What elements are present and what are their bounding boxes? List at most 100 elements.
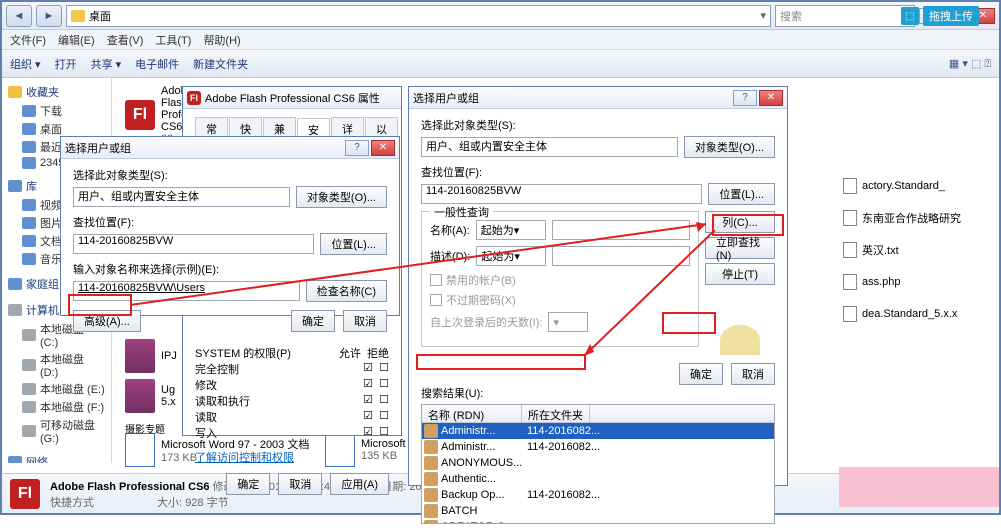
days-combo[interactable]: ▾ <box>548 312 588 332</box>
check-button[interactable]: 检查名称(C) <box>306 280 387 302</box>
music-icon <box>22 253 36 265</box>
location-button[interactable]: 位置(L)... <box>320 233 387 255</box>
right-column: actory.Standard_ 东南亚合作战略研究 英汉.txt ass.ph… <box>843 178 993 338</box>
tb-org[interactable]: 组织 ▾ <box>10 56 41 72</box>
obj-type-input[interactable]: 用户、组或内置安全主体 <box>73 187 290 207</box>
columns-button[interactable]: 列(C)... <box>705 211 775 233</box>
select-user-dialog-2: 选择用户或组 ?✕ 选择此对象类型(S): 用户、组或内置安全主体对象类型(O)… <box>408 86 788 486</box>
file-photo[interactable]: 摄影专题 <box>122 418 168 439</box>
disk-icon <box>22 359 36 371</box>
desc-filter[interactable] <box>552 246 690 266</box>
file-r1[interactable]: actory.Standard_ <box>843 178 993 194</box>
php-icon <box>843 274 857 290</box>
help-button[interactable]: ? <box>345 140 369 156</box>
folder-icon <box>22 157 36 169</box>
location-input[interactable]: 114-20160825BVW <box>421 184 702 204</box>
name-input[interactable]: 114-20160825BVW\Users <box>73 281 300 301</box>
folder-icon <box>71 10 85 22</box>
result-row[interactable]: ANONYMOUS... <box>422 455 774 471</box>
advanced-button[interactable]: 高级(A)... <box>73 310 141 332</box>
sb-disk-f[interactable]: 本地磁盘 (F:) <box>6 398 107 416</box>
file-rar1[interactable]: IPJ <box>122 336 180 376</box>
address-box[interactable]: 桌面 ▾ <box>66 5 771 27</box>
file-icon <box>843 210 857 226</box>
obj-type-button[interactable]: 对象类型(O)... <box>684 136 775 158</box>
result-row[interactable]: Administr...114-2016082... <box>422 423 774 439</box>
disk-icon <box>22 401 36 413</box>
ok-button[interactable]: 确定 <box>291 310 335 332</box>
ext-icon[interactable]: ⬚ <box>901 7 919 25</box>
sb-net[interactable]: 网络 <box>6 452 107 463</box>
name-filter[interactable] <box>552 220 690 240</box>
chk-noexpire[interactable]: 不过期密码(X) <box>430 292 690 308</box>
ok-button[interactable]: 确定 <box>226 473 270 495</box>
tb-open[interactable]: 打开 <box>55 56 77 72</box>
ok-button[interactable]: 确定 <box>679 363 723 385</box>
obj-type-input[interactable]: 用户、组或内置安全主体 <box>421 137 678 157</box>
result-row[interactable]: BATCH <box>422 503 774 519</box>
folder-icon <box>22 141 36 153</box>
fwd-button[interactable]: ► <box>36 5 62 27</box>
group-icon <box>424 472 438 486</box>
location-input[interactable]: 114-20160825BVW <box>73 234 314 254</box>
apply-button[interactable]: 应用(A) <box>330 473 389 495</box>
file-r2[interactable]: 东南亚合作战略研究 <box>843 210 993 226</box>
name-combo[interactable]: 起始为 ▾ <box>476 220 546 240</box>
menu-bar: 文件(F) 编辑(E) 查看(V) 工具(T) 帮助(H) <box>2 30 999 50</box>
disk-icon <box>22 425 36 437</box>
sb-disk-d[interactable]: 本地磁盘 (D:) <box>6 350 107 380</box>
stop-button[interactable]: 停止(T) <box>705 263 775 285</box>
cancel-button[interactable]: 取消 <box>343 310 387 332</box>
file-r4[interactable]: ass.php <box>843 274 993 290</box>
result-row[interactable]: Authentic... <box>422 471 774 487</box>
file-rar2[interactable]: Ug5.x <box>122 376 179 416</box>
desc-combo[interactable]: 起始为 ▾ <box>476 246 546 266</box>
find-button[interactable]: 立即查找(N) <box>705 237 775 259</box>
chk-disabled[interactable]: 禁用的帐户(B) <box>430 272 690 288</box>
sb-fav[interactable]: 收藏夹 <box>6 82 107 102</box>
dialog-title: 选择用户或组 <box>413 90 733 106</box>
file-icon <box>843 178 857 194</box>
extension-bar: ⬚ 拖拽上传 <box>901 6 979 26</box>
search-box[interactable]: 搜索 <box>775 5 915 27</box>
menu-tools[interactable]: 工具(T) <box>155 32 191 48</box>
sb-disk-e[interactable]: 本地磁盘 (E:) <box>6 380 107 398</box>
obj-type-button[interactable]: 对象类型(O)... <box>296 186 387 208</box>
result-row[interactable]: Backup Op...114-2016082... <box>422 487 774 503</box>
menu-view[interactable]: 查看(V) <box>107 32 144 48</box>
result-row[interactable]: Administr...114-2016082... <box>422 439 774 455</box>
search-placeholder: 搜索 <box>780 8 802 24</box>
tb-newfolder[interactable]: 新建文件夹 <box>193 56 248 72</box>
tb-email[interactable]: 电子邮件 <box>135 56 179 72</box>
dialog-title: Adobe Flash Professional CS6 属性 <box>205 90 397 106</box>
ext-label[interactable]: 拖拽上传 <box>923 6 979 26</box>
net-icon <box>8 456 22 463</box>
sb-disk-g[interactable]: 可移动磁盘 (G:) <box>6 416 107 446</box>
flash-icon: Fl <box>187 91 201 105</box>
perm-link[interactable]: 了解访问控制和权限 <box>195 449 389 465</box>
help-button[interactable]: ? <box>733 90 757 106</box>
address-bar: ◄ ► 桌面 ▾ 搜索 — ☐ ✕ <box>2 2 999 30</box>
pink-overlay <box>839 467 999 507</box>
menu-help[interactable]: 帮助(H) <box>203 32 240 48</box>
file-icon <box>843 306 857 322</box>
close-button[interactable]: ✕ <box>759 90 783 106</box>
tb-share[interactable]: 共享 ▾ <box>91 56 122 72</box>
file-r3[interactable]: 英汉.txt <box>843 242 993 258</box>
result-row[interactable]: CREATOR G... <box>422 519 774 524</box>
group-icon <box>424 504 438 518</box>
folder-icon <box>22 105 36 117</box>
file-r5[interactable]: dea.Standard_5.x.x <box>843 306 993 322</box>
menu-file[interactable]: 文件(F) <box>10 32 46 48</box>
results-list[interactable]: 名称 (RDN)所在文件夹 Administr...114-2016082...… <box>421 404 775 524</box>
location-button[interactable]: 位置(L)... <box>708 183 775 205</box>
group-icon <box>424 456 438 470</box>
cancel-button[interactable]: 取消 <box>278 473 322 495</box>
video-icon <box>22 199 36 211</box>
txt-icon <box>843 242 857 258</box>
cancel-button[interactable]: 取消 <box>731 363 775 385</box>
back-button[interactable]: ◄ <box>6 5 32 27</box>
close-button[interactable]: ✕ <box>371 140 395 156</box>
menu-edit[interactable]: 编辑(E) <box>58 32 95 48</box>
sb-dl[interactable]: 下载 <box>6 102 107 120</box>
